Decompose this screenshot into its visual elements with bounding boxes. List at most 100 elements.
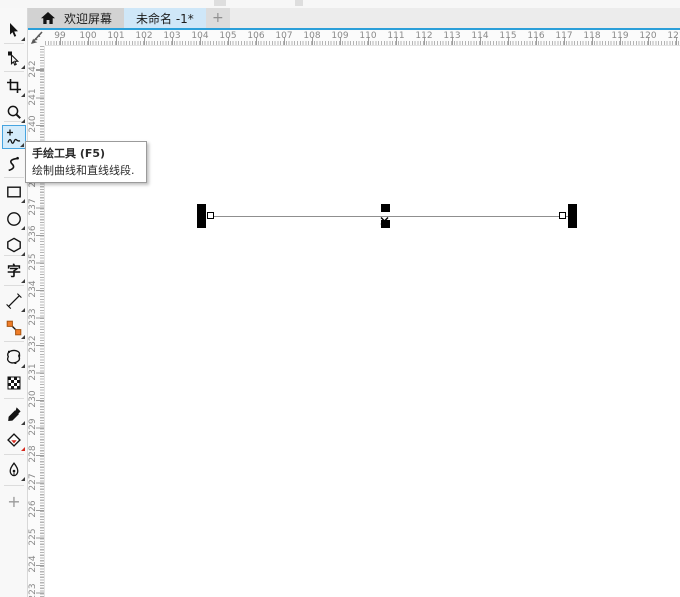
toolbox-separator	[4, 398, 24, 399]
selected-line-object[interactable]	[209, 216, 569, 217]
artistic-media-icon	[5, 155, 23, 173]
h-ruler-number: 120	[639, 31, 657, 41]
v-ruler-number: 235	[28, 252, 38, 271]
h-ruler-number: 111	[387, 31, 405, 41]
h-ruler-number: 117	[555, 31, 573, 41]
transparency-icon	[5, 374, 23, 392]
selection-handle-bottom-left[interactable]	[197, 220, 206, 228]
v-ruler-number: 223	[28, 582, 38, 597]
h-ruler-number: 121	[667, 31, 680, 41]
v-ruler-number: 242	[28, 60, 38, 78]
plus-icon: +	[7, 492, 21, 511]
flyout-indicator	[21, 119, 25, 123]
tooltip-description: 绘制曲线和直线线段.	[32, 164, 135, 177]
vertical-ruler[interactable]: 2422412402392382372362352342332322312302…	[28, 46, 45, 597]
toolbox: 字 +	[0, 8, 28, 597]
selection-handle-top-right[interactable]	[568, 204, 577, 212]
document-tab[interactable]: 未命名 -1*	[124, 8, 206, 28]
h-ruler-number: 107	[275, 31, 293, 41]
selection-center-marker[interactable]	[380, 211, 389, 230]
rectangle-tool[interactable]	[2, 180, 26, 204]
connector-tool[interactable]	[2, 316, 26, 340]
v-ruler-number: 231	[28, 362, 38, 381]
h-ruler-number: 113	[443, 31, 461, 41]
flyout-indicator	[21, 421, 25, 425]
home-icon	[40, 10, 56, 26]
selection-handle-mid-left[interactable]	[197, 212, 206, 220]
new-document-tab-button[interactable]: +	[205, 8, 230, 28]
toolbox-separator	[4, 485, 24, 486]
shape-tool[interactable]	[2, 46, 26, 70]
h-ruler-number: 118	[583, 31, 601, 41]
smart-fill-tool[interactable]	[2, 428, 26, 452]
v-ruler-number: 226	[28, 500, 38, 518]
add-tools-button[interactable]: +	[2, 490, 26, 514]
h-ruler-number: 106	[247, 31, 265, 41]
v-ruler-number: 228	[28, 445, 38, 463]
zoom-tool[interactable]	[2, 100, 26, 124]
v-ruler-number: 237	[28, 197, 38, 216]
h-ruler-number: 101	[107, 31, 125, 41]
property-bar-sliver	[0, 0, 680, 8]
h-ruler-number: 115	[499, 31, 517, 41]
selection-handle-bottom-right[interactable]	[568, 220, 577, 228]
envelope-tool[interactable]	[2, 345, 26, 369]
flyout-indicator	[21, 37, 25, 41]
v-ruler-number: 236	[28, 225, 38, 243]
text-icon: 字	[7, 264, 21, 280]
eyedropper-tool[interactable]	[2, 402, 26, 426]
text-tool[interactable]: 字	[2, 260, 26, 284]
v-ruler-number: 240	[28, 115, 38, 133]
flyout-indicator	[21, 335, 25, 339]
flyout-indicator	[21, 279, 25, 283]
transparency-tool[interactable]	[2, 371, 26, 395]
flyout-indicator	[21, 226, 25, 230]
flyout-indicator	[21, 252, 25, 256]
flyout-indicator	[21, 65, 25, 69]
drawing-canvas[interactable]	[45, 46, 680, 597]
outline-pen-tool[interactable]	[2, 458, 26, 482]
selection-handle-top-left[interactable]	[197, 204, 206, 212]
toolbox-separator	[4, 43, 24, 44]
toolbox-separator	[4, 71, 24, 72]
flyout-indicator	[21, 308, 25, 312]
flyout-indicator	[21, 447, 25, 451]
line-start-node[interactable]	[207, 212, 214, 219]
dimension-tool[interactable]	[2, 289, 26, 313]
selection-handle-mid-right[interactable]	[568, 212, 577, 220]
pick-tool[interactable]	[2, 18, 26, 42]
v-ruler-number: 224	[28, 555, 38, 573]
v-ruler-number: 230	[28, 390, 38, 408]
toolbar-control-edge	[214, 0, 226, 6]
app-window: 欢迎屏幕 未命名 -1* + 字 + 99 100 101 102 103 104 105 10…	[0, 0, 680, 597]
ruler-origin[interactable]	[28, 30, 45, 46]
h-ruler-number: 119	[611, 31, 629, 41]
flyout-indicator	[21, 93, 25, 97]
tool-tooltip: 手绘工具 (F5) 绘制曲线和直线线段.	[25, 141, 147, 183]
toolbox-separator	[4, 341, 24, 342]
polygon-tool[interactable]	[2, 233, 26, 257]
v-ruler-number: 233	[28, 307, 38, 326]
h-ruler-number: 116	[527, 31, 545, 41]
v-ruler-number: 232	[28, 335, 38, 353]
welcome-tab[interactable]: 欢迎屏幕	[28, 8, 125, 28]
welcome-tab-label: 欢迎屏幕	[64, 11, 113, 26]
horizontal-ruler[interactable]: 99 100 101 102 103 104 105 106 107 108 109 110 111 11…	[45, 30, 680, 46]
v-ruler-number: 234	[28, 280, 38, 298]
tooltip-title: 手绘工具 (F5)	[32, 147, 106, 160]
new-tab-label: +	[211, 10, 224, 26]
flyout-indicator	[20, 143, 24, 147]
h-ruler-number: 103	[163, 31, 181, 41]
line-end-node[interactable]	[559, 212, 566, 219]
h-ruler-number: 114	[471, 31, 489, 41]
h-ruler-number: 112	[415, 31, 433, 41]
v-ruler-number: 241	[28, 87, 38, 106]
crop-tool[interactable]	[2, 74, 26, 98]
flyout-indicator	[21, 199, 25, 203]
ellipse-tool[interactable]	[2, 207, 26, 231]
h-ruler-number: 109	[331, 31, 349, 41]
artistic-media-tool[interactable]	[2, 152, 26, 176]
h-ruler-number: 99	[54, 31, 66, 41]
freehand-tool[interactable]	[2, 125, 26, 149]
v-ruler-number: 229	[28, 417, 38, 436]
